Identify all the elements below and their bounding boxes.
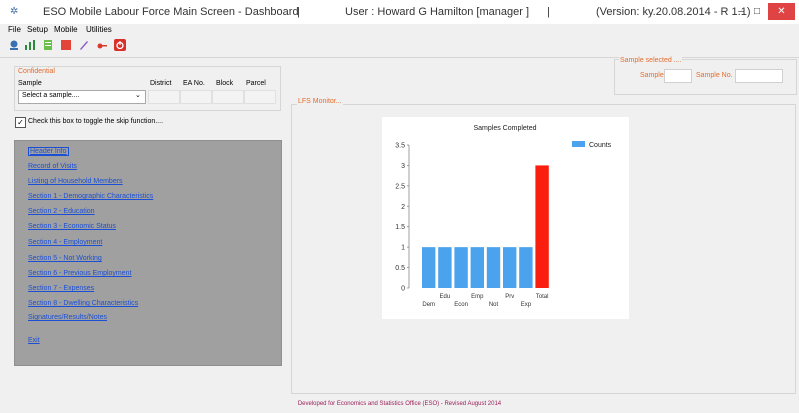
lfs-monitor-label: LFS Monitor... [297,98,343,105]
nav-header-info[interactable]: Header Info [28,147,69,156]
nav-section-3[interactable]: Section 3 - Economic Status [28,223,116,230]
nav-section-5[interactable]: Section 5 - Not Working [28,255,102,262]
x-tick-label: Prv [505,294,514,300]
nav-exit[interactable]: Exit [28,337,40,344]
nav-section-1[interactable]: Section 1 - Demographic Characteristics [28,193,153,200]
nav-section-2[interactable]: Section 2 - Education [28,208,95,215]
x-tick-label: Dem [422,302,435,308]
bar-emp [470,247,484,288]
menu-utilities[interactable]: Utilities [86,25,112,34]
bar-not [486,247,501,288]
bar-dem [422,247,436,288]
bar-total [535,165,549,288]
x-tick-label: Total [536,294,549,300]
close-button[interactable]: ✕ [768,3,795,20]
section-nav-panel: Header Info Record of Visits Listing of … [14,140,282,366]
window-title: ESO Mobile Labour Force Main Screen - Da… [43,6,299,18]
chart-title: Samples Completed [473,125,536,132]
x-tick-label: Edu [440,294,451,300]
sample-id-field[interactable] [664,69,692,83]
block-value [212,90,244,104]
ea-no-label: EA No. [183,80,205,87]
nav-signatures[interactable]: Signatures/Results/Notes [28,314,107,321]
sample-select[interactable]: Select a sample.... ⌄ [18,90,146,104]
sample-no-field[interactable] [735,69,783,83]
bar-edu [438,247,452,288]
chevron-down-icon: ⌄ [135,92,141,99]
menu-bar: File Setup Mobile Utilities [0,25,799,37]
version-info: (Version: ky.20.08.2014 - R 1.1) [596,6,751,18]
district-label: District [150,80,172,87]
y-tick-label: 1 [401,245,405,252]
footer: Developed for Economics and Statistics O… [297,401,502,407]
home-icon[interactable] [8,39,20,51]
grid-icon[interactable] [60,39,72,51]
user-info: User : Howard G Hamilton [manager ] [345,6,530,18]
x-tick-label: Econ [454,302,468,308]
menu-file[interactable]: File [8,25,21,34]
bar-chart: Samples Completed00.511.522.533.5DemEduE… [395,125,612,308]
legend-swatch [572,141,585,147]
menu-mobile[interactable]: Mobile [54,25,78,34]
block-label: Block [216,80,234,87]
nav-section-7[interactable]: Section 7 - Expenses [28,285,94,292]
bar-exp [519,247,533,288]
sample-selected-label: Sample selected .... [619,57,683,64]
district-value [148,90,180,104]
nav-household-members[interactable]: Listing of Household Members [28,178,123,185]
confidential-label: Confidential [18,68,55,75]
ea-no-value [180,90,212,104]
y-tick-label: 0.5 [395,265,405,272]
nav-record-of-visits[interactable]: Record of Visits [28,163,77,170]
title-bar: ✲ ESO Mobile Labour Force Main Screen - … [0,0,799,24]
title-separator: | [297,6,300,18]
document-icon[interactable] [42,39,54,51]
x-tick-label: Emp [471,294,484,300]
x-tick-label: Exp [521,302,532,308]
bar-econ [454,247,468,288]
legend-label: Counts [589,142,612,149]
power-icon[interactable] [114,39,126,51]
skip-toggle-label: Check this box to toggle the skip functi… [28,118,164,125]
y-tick-label: 3.5 [395,143,405,150]
nav-section-4[interactable]: Section 4 - Employment [28,239,102,246]
key-icon[interactable] [96,39,108,51]
minimize-button[interactable]: – [734,3,748,20]
x-tick-label: Not [489,302,499,308]
menu-setup[interactable]: Setup [27,25,48,34]
y-tick-label: 1.5 [395,224,405,231]
nav-section-6[interactable]: Section 6 - Previous Employment [28,270,132,277]
y-tick-label: 3 [401,163,405,170]
parcel-value [244,90,276,104]
y-tick-label: 2 [401,204,405,211]
parcel-label: Parcel [246,80,266,87]
maximize-button[interactable]: □ [750,3,764,20]
bar-prv [503,247,517,288]
chart-icon[interactable] [24,39,36,51]
title-separator: | [547,6,550,18]
sample-label: Sample [18,80,42,87]
sample-no-label: Sample No. [696,72,733,79]
edit-icon[interactable] [78,39,90,51]
app-icon: ✲ [10,6,19,17]
sample-select-value: Select a sample.... [22,92,80,99]
y-tick-label: 0 [401,286,405,293]
skip-checkbox[interactable]: ✓ [15,117,26,128]
samples-chart: Samples Completed 0 0.5 1 1.5 2 2.5 3 3.5 Dem Edu E… [382,117,629,319]
nav-section-8[interactable]: Section 8 - Dwelling Characteristics [28,300,138,307]
y-tick-label: 2.5 [395,183,405,190]
